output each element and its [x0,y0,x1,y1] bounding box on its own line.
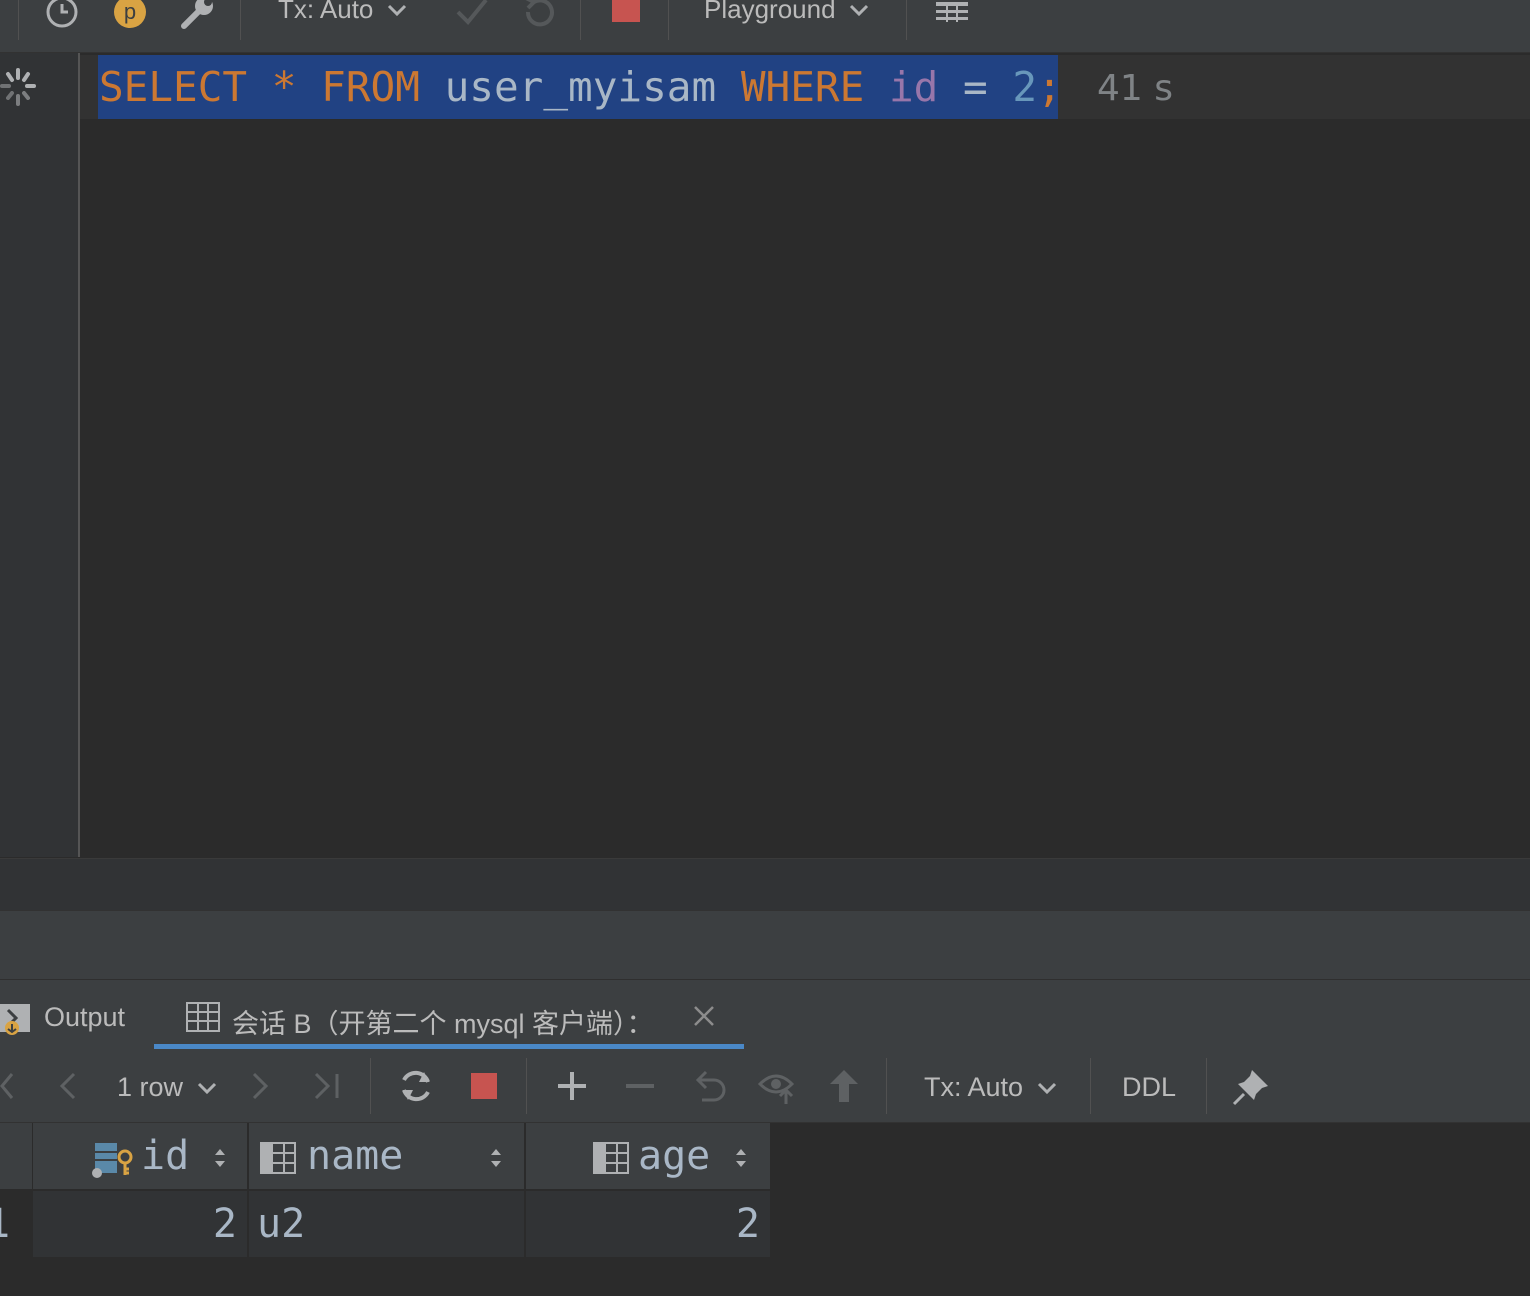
revert-icon[interactable] [692,1068,728,1104]
chevron-down-icon [849,4,868,17]
table-icon[interactable] [934,0,970,28]
editor-gutter [0,53,80,857]
editor-footer [0,858,1530,911]
first-page-icon[interactable] [0,1072,16,1100]
sql-star: * [271,63,297,111]
tx-mode-dropdown[interactable]: Tx: Auto [278,0,407,25]
row-number-header [0,1123,33,1189]
sql-statement[interactable]: SELECT * FROM user_myisam WHERE id = 2; [99,62,1062,112]
refresh-icon[interactable] [398,1068,434,1104]
last-page-icon[interactable] [312,1072,342,1100]
toolbar-separator [1206,1058,1207,1114]
wrench-icon[interactable] [180,0,216,30]
column-header-id[interactable]: id [33,1123,248,1189]
tx-mode-label: Tx: Auto [278,0,374,24]
schema-dropdown[interactable]: Playground [704,0,869,25]
toolbar-separator [1090,1058,1091,1114]
row-number[interactable]: 1 [0,1191,33,1257]
column-header-name[interactable]: name [249,1123,525,1189]
p-icon[interactable]: p [112,0,148,30]
stop-icon[interactable] [471,1073,497,1099]
toolbar-separator [240,0,241,40]
sql-semicolon: ; [1037,63,1062,111]
chevron-down-icon [197,1082,216,1095]
column-header-age[interactable]: age [526,1123,771,1189]
column-header-name-label: name [307,1133,404,1179]
table-cell-age[interactable]: 2 [526,1191,771,1257]
row-count-dropdown[interactable]: 1 row [117,1072,217,1103]
add-row-icon[interactable] [556,1070,588,1102]
next-page-icon[interactable] [250,1072,270,1100]
sql-value: 2 [1012,63,1038,111]
sort-icon[interactable] [734,1145,748,1171]
delete-row-icon[interactable] [624,1070,656,1102]
toolbar-separator [526,1058,527,1114]
schema-label: Playground [704,0,836,24]
column-icon [593,1142,629,1174]
toolbar-separator [886,1058,887,1114]
panel-header [0,910,1530,979]
cell-id-value: 2 [212,1201,237,1247]
close-icon[interactable] [692,1004,716,1028]
sql-keyword-where: WHERE [740,63,865,111]
chevron-down-icon [387,4,406,17]
column-header-age-label: age [638,1133,711,1179]
toolbar-separator [668,0,669,40]
sql-operator: = [963,63,988,111]
sql-keyword-from: FROM [321,63,420,111]
rollback-icon[interactable] [520,0,556,30]
column-header-id-label: id [141,1133,190,1179]
row-count-label: 1 row [117,1072,184,1102]
sql-column: id [888,63,939,111]
pin-icon[interactable] [1232,1068,1270,1106]
table-grid-icon [186,1002,220,1032]
cell-age-value: 2 [735,1201,760,1247]
services-tabs: Output 会话 B（开第二个 mysql 客户端）： [0,979,1530,1051]
active-tab-indicator [154,1044,744,1049]
cell-name-value: u2 [257,1201,306,1247]
sql-keyword-select: SELECT [99,63,248,111]
table-cell-name[interactable]: u2 [249,1191,525,1257]
sort-icon[interactable] [213,1145,227,1171]
commit-check-icon[interactable] [454,0,490,30]
primary-key-column-icon [92,1143,133,1178]
output-icon [0,1004,30,1035]
previous-page-icon[interactable] [58,1072,78,1100]
result-toolbar: 1 row Tx: Auto DDL [0,1050,1530,1123]
sql-editor[interactable] [80,53,1530,857]
chevron-down-icon [1037,1082,1056,1095]
toolbar-separator [580,0,581,40]
editor-toolbar: p Tx: Auto Playground [0,0,1530,53]
preview-changes-icon[interactable] [758,1068,798,1106]
row-number-label: 1 [0,1201,10,1247]
loading-spinner-icon [0,68,36,106]
svg-text:p: p [124,0,136,24]
sql-table-name: user_myisam [444,63,717,111]
toolbar-separator [906,0,907,40]
execution-timer: 41 s [1097,68,1174,109]
history-icon[interactable] [44,0,80,30]
table-cell-id[interactable]: 2 [33,1191,248,1257]
tab-output[interactable]: Output [44,1002,125,1033]
stop-icon[interactable] [612,0,640,22]
sort-icon[interactable] [489,1145,503,1171]
toolbar-separator [18,0,19,40]
toolbar-separator [370,1058,371,1114]
tab-session-b[interactable]: 会话 B（开第二个 mysql 客户端）： [232,1002,654,1041]
submit-icon[interactable] [828,1068,860,1104]
column-icon [260,1142,296,1174]
ddl-button[interactable]: DDL [1122,1072,1176,1103]
result-tx-mode-dropdown[interactable]: Tx: Auto [924,1072,1057,1103]
result-tx-mode-label: Tx: Auto [924,1072,1024,1102]
